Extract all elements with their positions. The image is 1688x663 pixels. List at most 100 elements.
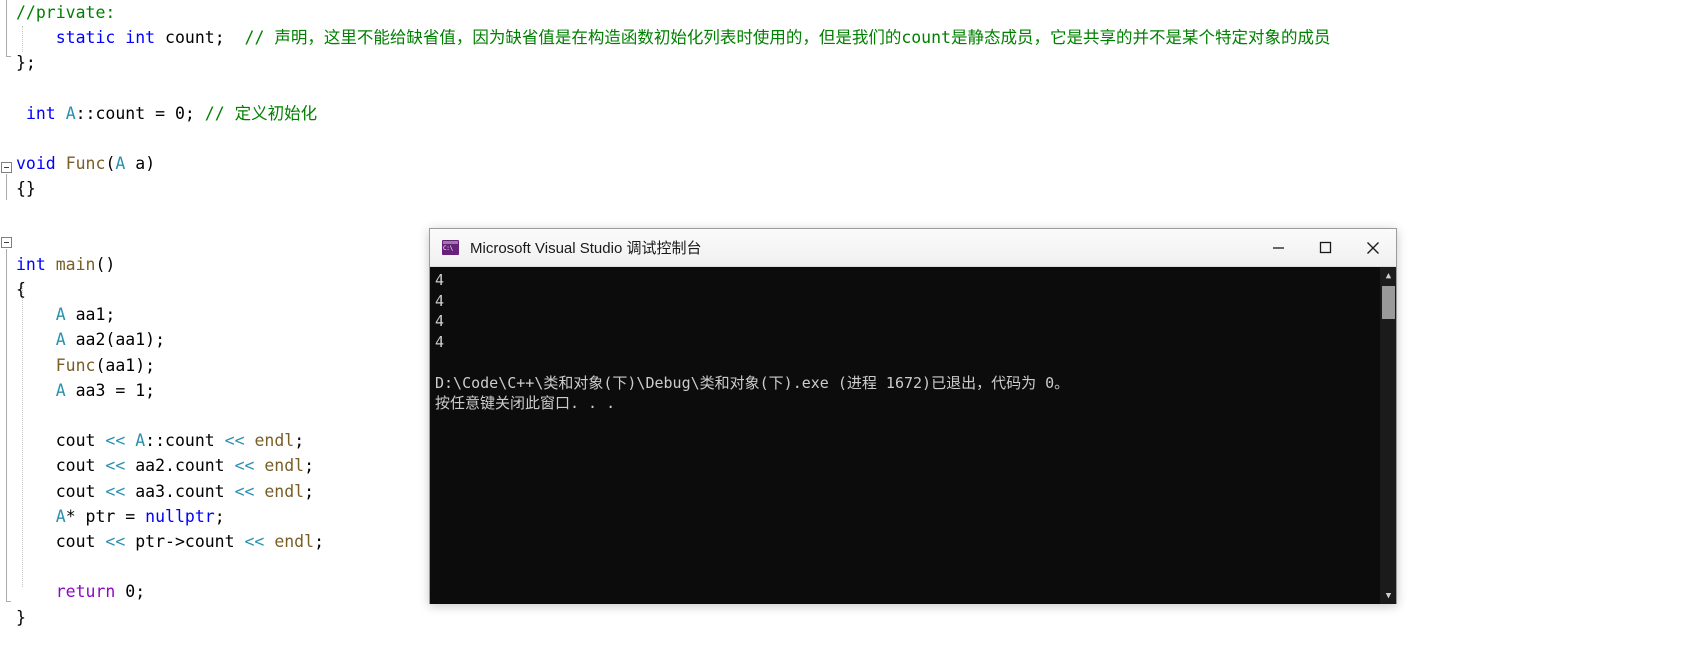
console-titlebar[interactable]: Microsoft Visual Studio 调试控制台 (430, 229, 1396, 267)
code-token: << (105, 531, 126, 551)
code-token: } (16, 607, 26, 627)
code-token: endl (274, 531, 315, 551)
code-token: << (105, 431, 126, 451)
code-token: () (95, 254, 116, 274)
code-token: A (55, 506, 66, 526)
code-token: ; (145, 380, 156, 400)
code-token: //private: (16, 3, 116, 22)
code-token: endl (254, 431, 295, 451)
code-token: ) (145, 154, 156, 174)
code-token: aa3 = (65, 380, 136, 400)
code-line: }; (0, 50, 1688, 75)
console-body[interactable]: 4 4 4 4 D:\Code\C++\类和对象(下)\Debug\类和对象(下… (430, 267, 1396, 604)
code-token: ; (214, 506, 225, 526)
code-line: //private: (0, 0, 1688, 25)
code-token: int (125, 28, 156, 48)
close-button[interactable] (1349, 229, 1396, 267)
code-line: {} (0, 176, 1688, 201)
console-output-text: 4 4 4 4 D:\Code\C++\类和对象(下)\Debug\类和对象(下… (435, 271, 1070, 412)
code-token: main (55, 254, 96, 274)
code-token: Func (55, 355, 96, 375)
code-token: // 定义初始化 (204, 103, 318, 123)
code-token: A (65, 103, 76, 123)
code-token: cout (16, 431, 106, 451)
maximize-button[interactable] (1302, 229, 1349, 267)
code-token: int (25, 103, 56, 123)
code-line: void Func(A a) (0, 151, 1688, 176)
code-token: nullptr (145, 506, 215, 526)
code-token: A (55, 380, 66, 400)
scroll-down-arrow-icon[interactable]: ▼ (1380, 587, 1396, 604)
code-token: endl (264, 456, 305, 476)
code-line: } (0, 605, 1688, 630)
code-token: cout (16, 531, 106, 551)
code-token: cout (16, 456, 106, 476)
code-token: << (105, 481, 126, 501)
code-token: 0 (125, 582, 136, 602)
code-token: count; (155, 28, 245, 48)
window-controls (1255, 229, 1396, 267)
code-token: A (115, 154, 126, 174)
code-token: aa2(aa1); (65, 330, 166, 350)
code-token: << (224, 431, 245, 451)
code-token: ; (304, 481, 315, 501)
code-token: void (16, 154, 56, 174)
code-token: // 声明，这里不能给缺省值，因为缺省值是在构造函数初始化列表时使用的，但是我们… (244, 28, 1331, 48)
code-token: endl (264, 481, 305, 501)
code-token: ptr->count (125, 531, 245, 551)
console-title: Microsoft Visual Studio 调试控制台 (470, 240, 702, 257)
scroll-up-arrow-icon[interactable]: ▲ (1380, 267, 1396, 284)
minimize-button[interactable] (1255, 229, 1302, 267)
code-token: { (16, 280, 26, 300)
code-token: A (55, 330, 66, 350)
code-token: * ptr = (65, 506, 146, 526)
code-token: cout (16, 481, 106, 501)
debug-console-window[interactable]: Microsoft Visual Studio 调试控制台 4 4 4 4 (429, 228, 1397, 604)
code-token: << (234, 481, 255, 501)
code-token: << (234, 456, 255, 476)
code-token: ( (105, 154, 116, 174)
code-token: }; (16, 53, 36, 73)
code-token: (aa1); (95, 355, 156, 375)
code-token: 0 (174, 103, 185, 123)
code-line: static int count; // 声明，这里不能给缺省值，因为缺省值是在… (0, 25, 1688, 50)
code-token: A (135, 431, 146, 451)
console-scrollbar[interactable]: ▲ ▼ (1379, 267, 1396, 604)
code-token: Func (65, 154, 106, 174)
code-token: static (55, 28, 116, 48)
code-token: ::count (145, 431, 225, 451)
code-token: a (135, 154, 146, 174)
console-window-icon (442, 240, 459, 255)
code-token: ; (135, 582, 146, 602)
code-token: << (244, 531, 265, 551)
code-line: int A::count = 0; // 定义初始化 (0, 101, 1688, 126)
code-token: A (55, 305, 66, 325)
code-token: ; (304, 456, 315, 476)
code-token: return (55, 582, 116, 602)
code-token: aa2.count (125, 456, 235, 476)
code-token: ; (184, 103, 205, 123)
code-token: aa1; (65, 305, 116, 325)
code-token: 1 (135, 380, 146, 400)
code-token: ; (314, 531, 324, 551)
code-token: {} (16, 179, 36, 199)
code-token: int (16, 254, 46, 274)
scrollbar-thumb[interactable] (1382, 286, 1395, 319)
